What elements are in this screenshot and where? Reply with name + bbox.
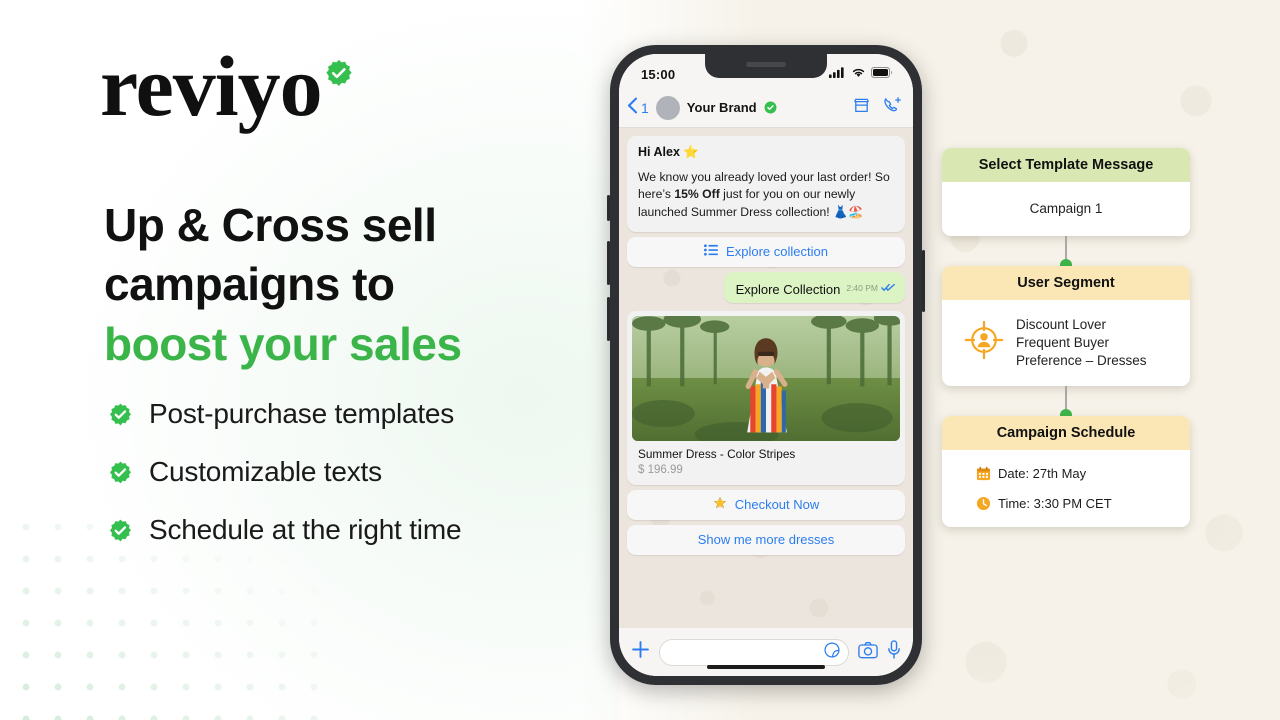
segment-line: Preference – Dresses (1016, 352, 1147, 368)
sticker-icon[interactable] (824, 641, 840, 663)
phone-notch (705, 54, 827, 78)
flow-card-title: User Segment (942, 266, 1190, 300)
schedule-date-row: Date: 27th May (976, 466, 1086, 481)
page-title: Up & Cross sell campaigns to boost your … (104, 196, 574, 374)
feature-label: Schedule at the right time (149, 514, 462, 545)
flow-card-title: Campaign Schedule (942, 415, 1190, 450)
phone-mute-switch (607, 195, 610, 221)
wifi-icon (851, 65, 866, 83)
feature-label: Customizable texts (149, 456, 382, 487)
list-icon (704, 244, 719, 259)
cellular-signal-icon (829, 65, 846, 83)
quick-reply-more-dresses[interactable]: Show me more dresses (627, 524, 905, 555)
star-icon (713, 496, 727, 513)
phone-volume-up-button (607, 241, 610, 285)
headline-accent-line: boost your sales (104, 317, 462, 370)
product-price: $ 196.99 (638, 463, 683, 476)
incoming-template-message: Hi Alex ⭐ We know you already loved your… (627, 136, 905, 232)
message-input[interactable] (659, 638, 849, 666)
home-indicator (707, 665, 825, 669)
schedule-time-label: Time: 3:30 PM CET (998, 495, 1112, 511)
message-body-bold: 15% Off (674, 187, 720, 202)
segment-line: Frequent Buyer (1016, 334, 1110, 350)
quick-reply-explore-collection[interactable]: Explore collection (627, 236, 905, 267)
product-card[interactable]: Summer Dress - Color Stripes $ 196.99 (627, 310, 905, 485)
feature-label: Post-purchase templates (149, 398, 455, 429)
quick-reply-checkout-now[interactable]: Checkout Now (627, 489, 905, 520)
flow-connector (1060, 385, 1072, 421)
flow-card-campaign-schedule[interactable]: Campaign Schedule Date: 27th May Time: 3… (942, 415, 1190, 527)
plus-icon[interactable] (631, 640, 650, 664)
segment-line: Discount Lover (1016, 317, 1107, 332)
microphone-icon[interactable] (887, 640, 901, 664)
schedule-date-label: Date: 27th May (998, 465, 1087, 481)
logo-wordmark: reviyo (100, 38, 323, 134)
phone-mockup: 15:00 1 Your Brand Hi Alex ⭐ We know you… (607, 45, 925, 685)
verified-badge-icon (764, 101, 777, 114)
outgoing-message-text: Explore Collection (735, 281, 841, 297)
check-badge-icon (108, 402, 133, 427)
message-greeting: Hi Alex ⭐ (638, 145, 699, 159)
quick-reply-label: Explore collection (726, 244, 828, 260)
left-content-column: reviyo Up & Cross sell campaigns to boos… (0, 0, 620, 720)
campaign-flow-panel: Select Template Message Campaign 1 User … (942, 148, 1190, 527)
calendar-icon (976, 466, 991, 481)
chevron-left-icon (627, 97, 638, 119)
target-user-icon (964, 320, 1004, 365)
clock-icon (976, 496, 991, 511)
slide-canvas: reviyo Up & Cross sell campaigns to boos… (0, 0, 1280, 720)
add-call-icon[interactable] (882, 96, 903, 120)
check-badge-icon (108, 460, 133, 485)
status-bar-clock: 15:00 (641, 66, 676, 82)
product-image (632, 315, 900, 441)
quick-reply-label: Checkout Now (734, 497, 820, 513)
message-body: We know you already loved your last orde… (638, 169, 894, 221)
chat-header: 1 Your Brand (619, 88, 913, 128)
product-title: Summer Dress - Color Stripes (638, 446, 796, 461)
contact-name[interactable]: Your Brand (687, 100, 757, 115)
phone-volume-down-button (607, 297, 610, 341)
schedule-time-row: Time: 3:30 PM CET (976, 496, 1112, 511)
headline-line-1: Up & Cross sell (104, 199, 437, 251)
list-item: Schedule at the right time (108, 514, 588, 546)
brand-logo: reviyo (100, 38, 354, 134)
flow-card-segment-lines: Discount Lover Frequent Buyer Preference… (1016, 316, 1147, 370)
flow-card-select-template[interactable]: Select Template Message Campaign 1 (942, 148, 1190, 236)
feature-list: Post-purchase templates Customizable tex… (108, 398, 588, 572)
verified-badge-icon (324, 58, 354, 88)
read-double-check-icon (881, 279, 895, 297)
phone-screen: 15:00 1 Your Brand Hi Alex ⭐ We know you… (619, 54, 913, 676)
quick-reply-label: Show me more dresses (697, 532, 835, 548)
flow-connector (1060, 236, 1072, 271)
check-badge-icon (108, 518, 133, 543)
list-item: Customizable texts (108, 456, 588, 488)
chat-message-list[interactable]: Hi Alex ⭐ We know you already loved your… (619, 128, 913, 628)
flow-card-title: Select Template Message (942, 148, 1190, 182)
flow-card-value: Campaign 1 (1029, 201, 1103, 217)
unread-count: 1 (641, 99, 649, 116)
outgoing-message: Explore Collection 2:40 PM (723, 271, 905, 303)
phone-power-button (922, 250, 925, 312)
flow-card-user-segment[interactable]: User Segment Discount Lover Frequent Buy… (942, 266, 1190, 386)
battery-icon (871, 65, 893, 83)
avatar[interactable] (655, 95, 680, 120)
list-item: Post-purchase templates (108, 398, 588, 430)
storefront-icon[interactable] (852, 96, 871, 120)
message-timestamp: 2:40 PM (846, 282, 878, 293)
headline-line-2: campaigns to (104, 258, 395, 311)
camera-icon[interactable] (858, 641, 878, 664)
back-button[interactable]: 1 (627, 97, 649, 119)
